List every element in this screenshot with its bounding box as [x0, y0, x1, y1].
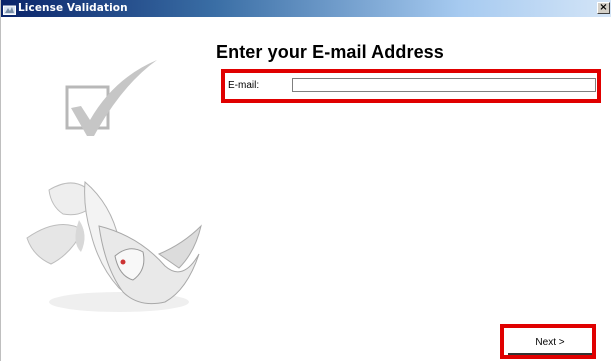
- artwork: [26, 60, 202, 312]
- license-validation-window: License Validation × Enter your E-mail A…: [0, 0, 611, 361]
- title-bar[interactable]: License Validation ×: [1, 0, 611, 17]
- email-label: E-mail:: [228, 80, 260, 91]
- email-field[interactable]: [292, 78, 596, 92]
- close-button[interactable]: ×: [597, 2, 610, 14]
- app-icon: [3, 2, 16, 15]
- page-title: Enter your E-mail Address: [216, 42, 444, 62]
- window-title: License Validation: [18, 2, 128, 14]
- checkmark-icon: [65, 60, 157, 136]
- next-button[interactable]: Next >: [508, 332, 592, 355]
- rhino-logo-icon: [26, 180, 202, 312]
